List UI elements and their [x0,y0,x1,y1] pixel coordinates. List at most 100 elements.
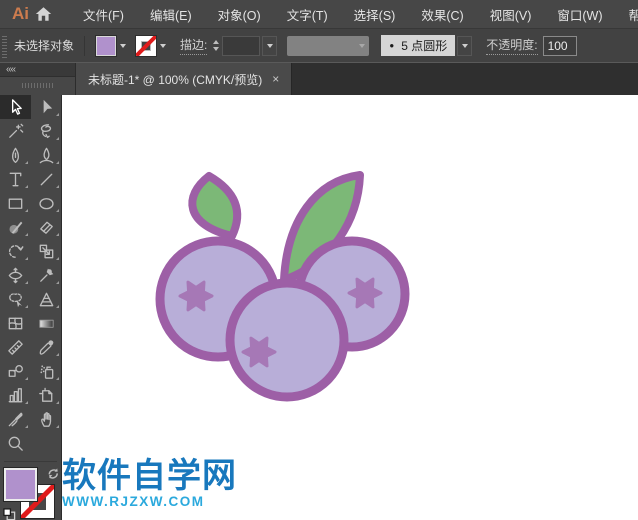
selection-tool[interactable] [0,95,31,119]
rectangle-tool[interactable] [0,191,31,215]
brush-definition-value: 5 点圆形 [401,39,448,53]
pen-tool[interactable] [0,143,31,167]
measure-tool[interactable] [0,335,31,359]
bottom-berry-shape[interactable] [225,278,349,402]
pen-icon [11,147,20,163]
type-icon [9,172,22,186]
shaper-tool[interactable] [0,215,31,239]
menu-help[interactable]: 帮助(H) [616,0,638,28]
blueberry-artwork[interactable] [150,168,410,413]
menu-file[interactable]: 文件(F) [70,0,137,28]
eyedropper-tool[interactable] [31,335,62,359]
line-segment-tool[interactable] [31,167,62,191]
collapse-panel-button[interactable]: «« [6,64,16,75]
mesh-tool[interactable] [0,311,31,335]
zoom-tool[interactable] [0,431,31,455]
fill-chevron-icon[interactable] [120,43,127,48]
rectangle-icon [8,198,23,209]
canvas[interactable]: 软件自学网 WWW.RJZXW.COM [62,95,638,520]
chevron-down-icon [359,43,366,48]
left-leaf-shape[interactable] [188,172,242,240]
fill-color-swatch[interactable] [95,34,118,57]
curvature-tool[interactable] [31,143,62,167]
perspective-grid-icon [39,292,54,306]
blend-icon [8,364,23,377]
artboard-tool[interactable] [31,383,62,407]
fill-stroke-control [0,464,61,520]
opacity-label[interactable]: 不透明度: [486,36,538,55]
mesh-icon [8,317,23,329]
scale-tool[interactable] [31,239,62,263]
control-bar-grip[interactable] [2,33,7,58]
lasso-tool[interactable] [31,119,62,143]
stroke-weight-input[interactable] [222,35,261,56]
close-tab-icon[interactable]: × [272,72,279,86]
direct-selection-tool[interactable] [31,95,62,119]
width-icon [8,267,23,283]
swap-fill-stroke-icon[interactable] [47,466,60,479]
toolbar-separator [4,461,57,462]
stroke-weight-dropdown[interactable] [262,35,278,56]
bar-chart-icon [8,387,23,402]
menu-effect[interactable]: 效果(C) [408,0,476,28]
ellipse-tool[interactable] [31,191,62,215]
slice-tool[interactable] [0,407,31,431]
curvature-pen-icon [39,147,54,163]
menu-edit[interactable]: 编辑(E) [137,0,205,28]
chevron-down-icon [461,43,468,48]
brush-definition-dropdown[interactable]: ● 5 点圆形 [381,35,456,56]
document-tab-title: 未标题-1* @ 100% (CMYK/预览) [88,72,263,87]
shape-builder-icon [9,292,23,307]
blend-tool[interactable] [0,359,31,383]
menu-type[interactable]: 文字(T) [274,0,341,28]
magic-wand-tool[interactable] [0,119,31,143]
perspective-grid-tool[interactable] [31,287,62,311]
default-fill-stroke-icon[interactable] [3,508,16,520]
opacity-input[interactable]: 100 [542,35,577,56]
width-tool[interactable] [0,263,31,287]
menu-window[interactable]: 窗口(W) [544,0,615,28]
stroke-color-swatch[interactable] [135,34,158,57]
hand-icon [41,411,52,427]
home-icon [35,7,52,21]
gradient-tool[interactable] [31,311,62,335]
rotate-tool[interactable] [0,239,31,263]
fill-swatch[interactable] [3,466,38,502]
line-icon [40,173,53,185]
rotate-icon [8,244,24,258]
scale-icon [39,244,54,258]
document-tab-bar: 未标题-1* @ 100% (CMYK/预览) × [76,63,638,95]
brush-definition-chevron[interactable] [457,35,473,56]
spray-can-icon [40,364,54,379]
menu-object[interactable]: 对象(O) [205,0,274,28]
stroke-chevron-icon[interactable] [160,43,167,48]
chevron-down-icon [266,43,273,48]
eraser-icon [40,221,53,234]
eraser-tool[interactable] [31,215,62,239]
shaper-icon [9,221,23,234]
menu-view[interactable]: 视图(V) [477,0,545,28]
menu-bar: Ai 文件(F) 编辑(E) 对象(O) 文字(T) 选择(S) 效果(C) 视… [0,0,638,28]
shape-builder-tool[interactable] [0,287,31,311]
artboard-icon [39,387,53,402]
selection-cursor-icon [11,98,22,115]
type-tool[interactable] [0,167,31,191]
menu-select[interactable]: 选择(S) [341,0,409,28]
toolbar-grip[interactable] [21,83,54,88]
puppet-warp-tool[interactable] [31,263,62,287]
illustrator-window: Ai 文件(F) 编辑(E) 对象(O) 文字(T) 选择(S) 效果(C) 视… [0,0,638,520]
hand-tool[interactable] [31,407,62,431]
illustrator-logo: Ai [12,4,29,23]
puppet-warp-pin-icon [40,268,54,282]
direct-selection-icon [43,99,53,113]
toolbar-dock-header: «« [0,63,76,95]
knife-icon [8,411,23,426]
opacity-value: 100 [547,38,568,53]
symbol-sprayer-tool[interactable] [31,359,62,383]
document-tab[interactable]: 未标题-1* @ 100% (CMYK/预览) × [76,63,293,95]
stroke-weight-label[interactable]: 描边: [180,36,208,55]
home-button[interactable] [35,3,52,25]
stroke-weight-stepper[interactable] [213,40,220,51]
magnifier-icon [8,436,23,451]
column-graph-tool[interactable] [0,383,31,407]
